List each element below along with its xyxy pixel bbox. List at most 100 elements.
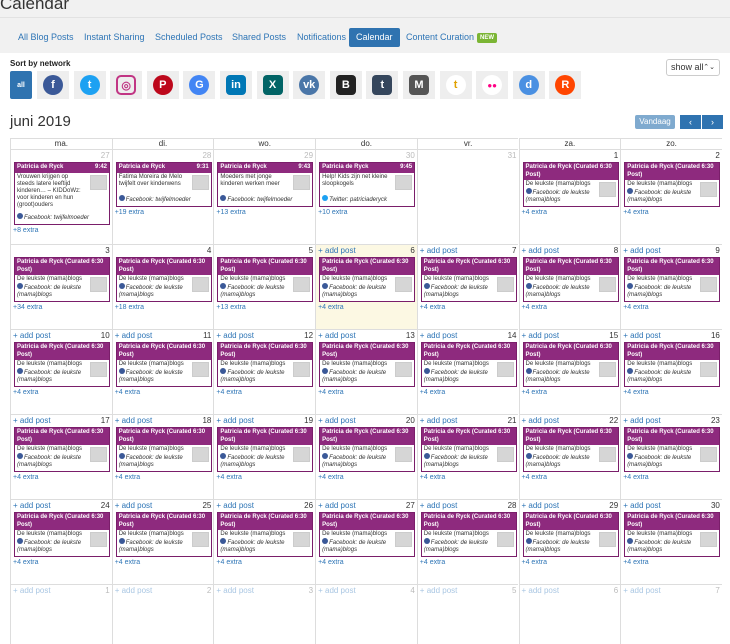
filter-all-button[interactable]: all [10, 71, 32, 99]
calendar-day-cell[interactable]: + add post 2 [111, 584, 214, 644]
more-posts-link[interactable]: +4 extra [216, 474, 242, 481]
calendar-day-cell[interactable]: + add post 30 Patricia de Ryck (Curated 6:… [620, 499, 722, 584]
filter-vk-button[interactable]: vk [293, 71, 326, 99]
tab-instant-sharing[interactable]: Instant Sharing [80, 28, 149, 47]
filter-google-button[interactable]: G [183, 71, 216, 99]
scheduled-post-card[interactable]: Patricia de Ryck 9:45 Help! Kids zijn net … [319, 162, 416, 207]
add-post-link[interactable]: + add post [623, 586, 661, 595]
filter-pinterest-button[interactable]: P [146, 71, 179, 99]
filter-tumblr-button[interactable]: t [366, 71, 399, 99]
calendar-day-cell[interactable]: + add post 1 [10, 584, 112, 644]
more-posts-link[interactable]: +34 extra [13, 304, 42, 311]
scheduled-post-card[interactable]: Patricia de Ryck 9:43 Moeders met jonge ki… [217, 162, 314, 207]
scheduled-post-card[interactable]: Patricia de Ryck (Curated 6:30 Post) De l… [217, 427, 314, 472]
scheduled-post-card[interactable]: Patricia de Ryck (Curated 6:30 Post) De l… [115, 342, 212, 387]
more-posts-link[interactable]: +4 extra [522, 304, 548, 311]
calendar-day-cell[interactable]: + add post 21 Patricia de Ryck (Curated 6:… [416, 414, 519, 499]
calendar-day-cell[interactable]: 5 Patricia de Ryck (Curated 6:30 Post) De … [213, 244, 316, 329]
calendar-day-cell[interactable]: 1 Patricia de Ryck (Curated 6:30 Post) De … [518, 149, 621, 244]
add-post-link[interactable]: + add post [623, 501, 661, 510]
add-post-link[interactable]: + add post [216, 586, 254, 595]
add-post-link[interactable]: + add post [216, 331, 254, 340]
more-posts-link[interactable]: +4 extra [623, 304, 649, 311]
calendar-day-cell[interactable]: + add post 6 [518, 584, 621, 644]
add-post-link[interactable]: + add post [13, 501, 51, 510]
calendar-day-cell[interactable]: 3 Patricia de Ryck (Curated 6:30 Post) De … [10, 244, 112, 329]
tab-shared-posts[interactable]: Shared Posts [228, 28, 290, 47]
add-post-link[interactable]: + add post [115, 416, 153, 425]
more-posts-link[interactable]: +4 extra [420, 304, 446, 311]
more-posts-link[interactable]: +4 extra [318, 559, 344, 566]
scheduled-post-card[interactable]: Patricia de Ryck (Curated 6:30 Post) De l… [522, 427, 619, 472]
add-post-link[interactable]: + add post [318, 246, 356, 255]
filter-linkedin-button[interactable]: in [220, 71, 252, 99]
calendar-day-cell[interactable]: 2 Patricia de Ryck (Curated 6:30 Post) De … [620, 149, 722, 244]
scheduled-post-card[interactable]: Patricia de Ryck (Curated 6:30 Post) De l… [14, 427, 110, 472]
scheduled-post-card[interactable]: Patricia de Ryck (Curated 6:30 Post) De l… [624, 257, 721, 302]
more-posts-link[interactable]: +4 extra [420, 559, 446, 566]
scheduled-post-card[interactable]: Patricia de Ryck (Curated 6:30 Post) De l… [624, 427, 721, 472]
add-post-link[interactable]: + add post [216, 416, 254, 425]
calendar-day-cell[interactable]: + add post 27 Patricia de Ryck (Curated 6:… [315, 499, 417, 584]
add-post-link[interactable]: + add post [13, 586, 51, 595]
calendar-day-cell[interactable]: 4 Patricia de Ryck (Curated 6:30 Post) De … [111, 244, 214, 329]
more-posts-link[interactable]: +4 extra [13, 389, 39, 396]
calendar-day-cell[interactable]: 31 [416, 149, 519, 244]
scheduled-post-card[interactable]: Patricia de Ryck (Curated 6:30 Post) De l… [319, 512, 416, 557]
add-post-link[interactable]: + add post [13, 331, 51, 340]
more-posts-link[interactable]: +4 extra [13, 559, 39, 566]
filter-facebook-button[interactable]: f [37, 71, 69, 99]
add-post-link[interactable]: + add post [420, 501, 458, 510]
scheduled-post-card[interactable]: Patricia de Ryck (Curated 6:30 Post) De l… [115, 512, 212, 557]
more-posts-link[interactable]: +4 extra [623, 209, 649, 216]
calendar-day-cell[interactable]: + add post 10 Patricia de Ryck (Curated 6:… [10, 329, 112, 414]
calendar-day-cell[interactable]: + add post 25 Patricia de Ryck (Curated 6:… [111, 499, 214, 584]
scheduled-post-card[interactable]: Patricia de Ryck (Curated 6:30 Post) De l… [14, 512, 110, 557]
tab-calendar[interactable]: Calendar [349, 28, 400, 47]
more-posts-link[interactable]: +4 extra [420, 389, 446, 396]
scheduled-post-card[interactable]: Patricia de Ryck (Curated 6:30 Post) De l… [217, 512, 314, 557]
more-posts-link[interactable]: +4 extra [318, 389, 344, 396]
tab-scheduled-posts[interactable]: Scheduled Posts [151, 28, 227, 47]
more-posts-link[interactable]: +4 extra [318, 304, 344, 311]
calendar-day-cell[interactable]: + add post 28 Patricia de Ryck (Curated 6:… [416, 499, 519, 584]
calendar-day-cell[interactable]: + add post 16 Patricia de Ryck (Curated 6:… [620, 329, 722, 414]
calendar-day-cell[interactable]: + add post 12 Patricia de Ryck (Curated 6:… [213, 329, 316, 414]
more-posts-link[interactable]: +4 extra [216, 389, 242, 396]
filter-blogger-button[interactable]: B [329, 71, 362, 99]
more-posts-link[interactable]: +4 extra [318, 474, 344, 481]
calendar-day-cell[interactable]: + add post 3 [213, 584, 316, 644]
more-posts-link[interactable]: +4 extra [623, 389, 649, 396]
add-post-link[interactable]: + add post [623, 331, 661, 340]
scheduled-post-card[interactable]: Patricia de Ryck (Curated 6:30 Post) De l… [319, 257, 416, 302]
scheduled-post-card[interactable]: Patricia de Ryck (Curated 6:30 Post) De l… [420, 512, 517, 557]
calendar-day-cell[interactable]: + add post 4 [315, 584, 417, 644]
calendar-day-cell[interactable]: + add post 7 [620, 584, 722, 644]
filter-twitter-button[interactable]: t [73, 71, 106, 99]
calendar-day-cell[interactable]: + add post 15 Patricia de Ryck (Curated 6:… [518, 329, 621, 414]
scheduled-post-card[interactable]: Patricia de Ryck (Curated 6:30 Post) De l… [217, 257, 314, 302]
filter-digg-button[interactable]: d [512, 71, 545, 99]
add-post-link[interactable]: + add post [318, 331, 356, 340]
calendar-day-cell[interactable]: + add post 17 Patricia de Ryck (Curated 6:… [10, 414, 112, 499]
prev-month-button[interactable]: ‹ [680, 115, 701, 129]
filter-tiktok-button[interactable]: t [439, 71, 472, 99]
calendar-day-cell[interactable]: 27 Patricia de Ryck 9:42 Vrouwen krijgen op… [10, 149, 112, 244]
more-posts-link[interactable]: +13 extra [216, 304, 245, 311]
more-posts-link[interactable]: +4 extra [623, 559, 649, 566]
add-post-link[interactable]: + add post [623, 246, 661, 255]
calendar-day-cell[interactable]: 30 Patricia de Ryck 9:45 Help! Kids zijn ne… [315, 149, 417, 244]
calendar-day-cell[interactable]: + add post 8 Patricia de Ryck (Curated 6:3… [518, 244, 621, 329]
scheduled-post-card[interactable]: Patricia de Ryck (Curated 6:30 Post) De l… [522, 342, 619, 387]
scheduled-post-card[interactable]: Patricia de Ryck (Curated 6:30 Post) De l… [420, 257, 517, 302]
scheduled-post-card[interactable]: Patricia de Ryck (Curated 6:30 Post) De l… [319, 342, 416, 387]
tab-content-curation[interactable]: Content Curation NEW [402, 28, 501, 47]
add-post-link[interactable]: + add post [115, 501, 153, 510]
add-post-link[interactable]: + add post [115, 586, 153, 595]
tab-notifications[interactable]: Notifications [293, 28, 350, 47]
more-posts-link[interactable]: +4 extra [522, 474, 548, 481]
add-post-link[interactable]: + add post [13, 416, 51, 425]
add-post-link[interactable]: + add post [420, 246, 458, 255]
filter-reddit-button[interactable]: R [549, 71, 582, 99]
more-posts-link[interactable]: +10 extra [318, 209, 347, 216]
